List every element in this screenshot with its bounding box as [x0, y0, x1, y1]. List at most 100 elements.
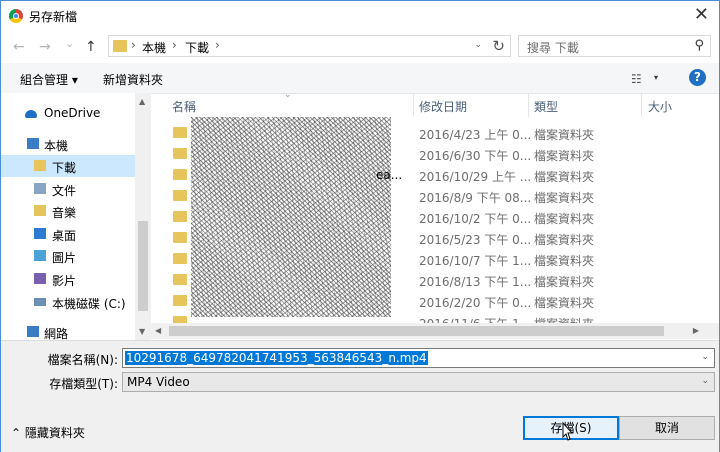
refresh-button[interactable]: ↻ [492, 37, 505, 55]
sidebar-item-label: OneDrive [44, 106, 101, 120]
scrollbar-thumb[interactable] [169, 326, 664, 336]
sidebar-item-onedrive[interactable]: OneDrive [1, 102, 135, 124]
file-date: 2016/10/7 下午 1... [419, 254, 532, 268]
folder-icon [173, 295, 187, 306]
file-list-horizontal-scrollbar[interactable]: ◀ ▶ [151, 323, 703, 339]
chrome-icon [9, 9, 23, 23]
filetype-label: 存檔類型(T): [49, 377, 118, 391]
column-divider[interactable] [641, 93, 642, 117]
file-type: 檔案資料夾 [534, 275, 595, 289]
file-type: 檔案資料夾 [534, 212, 595, 226]
file-date: 2016/4/23 上午 0... [419, 128, 532, 142]
view-options-icon[interactable]: ☷ [631, 72, 642, 86]
filename-dropdown-icon[interactable]: ⌄ [701, 352, 709, 362]
save-as-dialog: 另存新檔 ✕ ← → ⌄ ↑ › 本機 › 下載 › ⌄ ↻ 搜尋 下載 ⚲ 組… [0, 0, 720, 452]
folder-icon [173, 211, 187, 222]
filename-input[interactable]: 10291678_649782041741953_563846543_n.mp4… [122, 348, 715, 368]
breadcrumb-separator[interactable]: › [215, 38, 220, 52]
scroll-up-icon[interactable]: ▲ [139, 97, 145, 106]
hide-folders-button[interactable]: ⌃ 隱藏資料夾 [11, 424, 85, 441]
sidebar-item-videos[interactable]: 影片 [1, 268, 135, 290]
sidebar-item-desktop[interactable]: 桌面 [1, 223, 135, 245]
filename-value[interactable]: 10291678_649782041741953_563846543_n.mp4 [125, 351, 428, 365]
navigation-pane: OneDrive 本機 下載 文件 音樂 桌面 圖片 影片 本機磁碟 (C:) … [1, 93, 151, 341]
download-folder-icon [34, 160, 46, 171]
column-header-type[interactable]: 類型 [534, 98, 558, 115]
breadcrumb-this-pc[interactable]: 本機 [142, 39, 166, 56]
file-date: 2016/5/23 下午 0... [419, 233, 532, 247]
folder-icon [173, 148, 187, 159]
picture-folder-icon [34, 250, 46, 261]
file-date: 2016/10/29 上午 ... [419, 170, 532, 184]
folder-icon [173, 232, 187, 243]
address-bar[interactable]: › 本機 › 下載 › ⌄ ↻ [108, 35, 511, 57]
cancel-button[interactable]: 取消 [619, 416, 715, 440]
filetype-select[interactable]: MP4 Video ⌄ [122, 372, 715, 392]
network-icon [27, 326, 39, 337]
redacted-file-names [191, 117, 391, 317]
document-folder-icon [34, 183, 46, 194]
sidebar-scrollbar[interactable]: ▲ ▼ [135, 93, 151, 340]
folder-icon [173, 190, 187, 201]
computer-icon [27, 138, 39, 149]
file-type: 檔案資料夾 [534, 233, 595, 247]
view-dropdown-icon[interactable]: ▾ [654, 73, 658, 82]
command-bar: 組合管理 ▾ 新增資料夾 ☷ ▾ ? [1, 63, 719, 94]
column-headers: ⌄ 名稱 修改日期 類型 大小 [151, 93, 719, 117]
column-divider[interactable] [528, 93, 529, 117]
sidebar-item-this-pc[interactable]: 本機 [1, 133, 135, 155]
address-dropdown-icon[interactable]: ⌄ [474, 40, 482, 50]
sidebar-item-label: 音樂 [52, 206, 77, 220]
back-button[interactable]: ← [13, 39, 25, 55]
scroll-down-icon[interactable]: ▼ [139, 327, 145, 336]
downloads-folder-icon [113, 40, 127, 52]
sidebar-item-downloads[interactable]: 下載 [1, 155, 135, 177]
recent-locations-button[interactable]: ⌄ [65, 37, 74, 50]
column-header-date[interactable]: 修改日期 [419, 98, 467, 115]
file-type: 檔案資料夾 [534, 254, 595, 268]
new-folder-button[interactable]: 新增資料夾 [103, 71, 163, 88]
sort-arrow-icon: ⌄ [284, 93, 292, 100]
filetype-value: MP4 Video [127, 375, 190, 389]
scrollbar-thumb[interactable] [138, 221, 148, 311]
column-header-size[interactable]: 大小 [648, 98, 672, 115]
search-icon[interactable]: ⚲ [694, 38, 704, 53]
column-divider[interactable] [413, 93, 414, 117]
sidebar-item-label: 下載 [52, 161, 77, 175]
desktop-folder-icon [34, 228, 46, 239]
help-button[interactable]: ? [689, 69, 706, 86]
sidebar-item-documents[interactable]: 文件 [1, 178, 135, 200]
file-date: 2016/8/9 下午 08... [419, 191, 532, 205]
file-type: 檔案資料夾 [534, 170, 595, 184]
sidebar-item-local-disk[interactable]: 本機磁碟 (C:) [1, 291, 135, 313]
scroll-right-icon[interactable]: ▶ [693, 326, 699, 335]
sidebar-item-music[interactable]: 音樂 [1, 200, 135, 222]
file-date: 2016/8/13 下午 1... [419, 275, 532, 289]
sidebar-item-label: 圖片 [52, 251, 77, 265]
file-date: 2016/10/2 下午 0... [419, 212, 532, 226]
search-box[interactable]: 搜尋 下載 ⚲ [518, 35, 711, 57]
file-type: 檔案資料夾 [534, 128, 595, 142]
filetype-dropdown-icon[interactable]: ⌄ [701, 376, 709, 386]
organize-button[interactable]: 組合管理 ▾ [20, 71, 78, 88]
scroll-left-icon[interactable]: ◀ [155, 326, 161, 335]
file-date: 2016/2/20 下午 0... [419, 296, 532, 310]
forward-button[interactable]: → [39, 39, 51, 55]
breadcrumb-separator[interactable]: › [131, 38, 136, 52]
close-button[interactable]: ✕ [694, 4, 709, 26]
folder-icon [173, 253, 187, 264]
breadcrumb-downloads[interactable]: 下載 [185, 39, 209, 56]
column-header-name[interactable]: 名稱 [172, 98, 196, 115]
up-button[interactable]: ↑ [85, 39, 97, 55]
window-title: 另存新檔 [29, 10, 78, 24]
sidebar-item-label: 本機 [44, 139, 69, 153]
sidebar-item-pictures[interactable]: 圖片 [1, 245, 135, 267]
sidebar-item-label: 本機磁碟 (C:) [52, 297, 126, 311]
file-type: 檔案資料夾 [534, 191, 595, 205]
title-bar: 另存新檔 ✕ [1, 1, 719, 31]
file-date: 2016/6/30 下午 0... [419, 149, 532, 163]
file-type: 檔案資料夾 [534, 296, 595, 310]
sidebar-item-label: 文件 [52, 184, 77, 198]
sidebar-item-label: 桌面 [52, 229, 77, 243]
breadcrumb-separator[interactable]: › [172, 38, 177, 52]
